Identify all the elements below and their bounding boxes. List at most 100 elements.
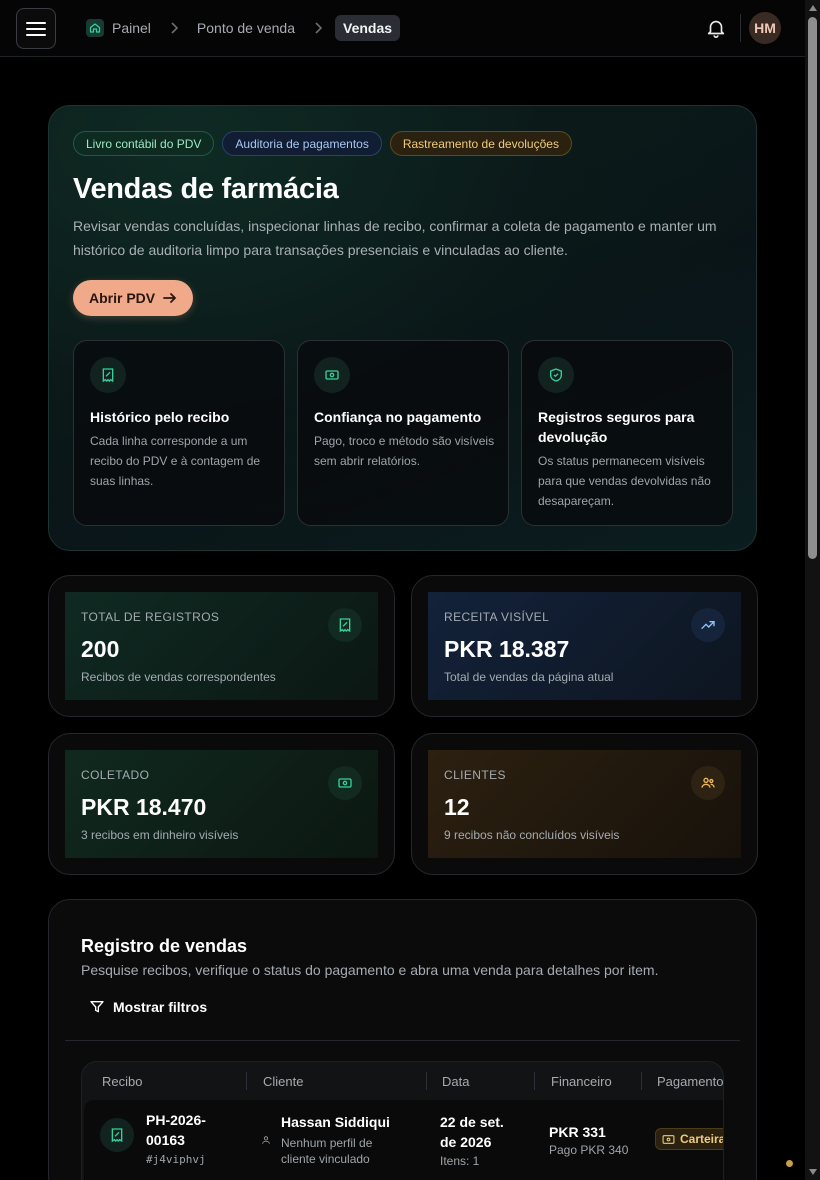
feature-title: Histórico pelo recibo (90, 409, 230, 425)
stat-subtext: Recibos de vendas correspondentes (81, 670, 276, 684)
breadcrumb-section-label: Ponto de venda (196, 20, 296, 36)
open-pos-label: Abrir PDV (89, 290, 156, 306)
stat-label: COLETADO (81, 768, 150, 782)
scroll-down-icon[interactable] (809, 1169, 817, 1175)
column-header-payment[interactable]: Pagamento (657, 1062, 723, 1100)
feature-text: Cada linha corresponde a um recibo do PD… (90, 434, 261, 488)
stat-card-body: COLETADO PKR 18.470 3 recibos em dinheir… (65, 750, 378, 858)
home-icon (86, 19, 104, 37)
breadcrumb-current: Vendas (335, 15, 401, 41)
chip-returns-tracking: Rastreamento de devoluções (389, 131, 572, 156)
payment-method-label: Carteira (680, 1132, 724, 1146)
filter-icon (90, 1001, 104, 1013)
column-header-customer[interactable]: Cliente (263, 1062, 303, 1100)
sale-date: 22 de set. de 2026 (440, 1112, 504, 1152)
register-title: Registro de vendas (81, 936, 248, 956)
show-filters-button[interactable]: Mostrar filtros (89, 999, 207, 1015)
feature-title: Registros seguros para devolução (538, 409, 695, 445)
feature-text: Os status permanecem visíveis para que v… (538, 454, 711, 508)
users-icon (691, 766, 725, 800)
customer-name: Hassan Siddiqui (281, 1114, 390, 1130)
stat-value: 12 (444, 794, 470, 820)
column-divider (246, 1072, 247, 1090)
stat-card-body: RECEITA VISÍVEL PKR 18.387 Total de vend… (428, 592, 741, 700)
scroll-up-icon[interactable] (809, 5, 817, 11)
arrow-right-icon (163, 293, 177, 303)
breadcrumb: Painel Ponto de venda Vendas (80, 15, 401, 41)
avatar[interactable]: HM (749, 12, 781, 44)
column-divider (534, 1072, 535, 1090)
column-header-date[interactable]: Data (442, 1062, 469, 1100)
column-header-receipt[interactable]: Recibo (102, 1062, 142, 1100)
column-divider (426, 1072, 427, 1090)
stat-label: CLIENTES (444, 768, 506, 782)
customer-note-line: Nenhum perfil de (281, 1136, 373, 1150)
bell-icon[interactable] (705, 17, 727, 39)
feature-card-payment-trust: Confiança no pagamento Pago, troco e mét… (297, 340, 509, 526)
hamburger-icon (26, 21, 46, 36)
item-count: Itens: 1 (440, 1154, 480, 1168)
menu-button[interactable] (16, 8, 56, 49)
chevron-right-icon (301, 22, 335, 34)
stat-subtext: 3 recibos em dinheiro visíveis (81, 828, 239, 842)
stat-label: RECEITA VISÍVEL (444, 610, 550, 624)
register-subtitle: Pesquise recibos, verifique o status do … (81, 962, 659, 978)
breadcrumb-home[interactable]: Painel (80, 15, 157, 41)
shield-check-icon (538, 357, 574, 393)
receipt-code: #j4viphvj (146, 1153, 206, 1166)
user-icon (262, 1136, 270, 1144)
page-title: Vendas de farmácia (73, 173, 339, 205)
hero-description: Revisar vendas concluídas, inspecionar l… (73, 218, 717, 258)
feature-title: Confiança no pagamento (314, 409, 482, 425)
stat-card-visible-revenue: RECEITA VISÍVEL PKR 18.387 Total de vend… (411, 575, 758, 717)
hero-panel: Livro contábil do PDV Auditoria de pagam… (48, 105, 757, 551)
sales-register: Registro de vendas Pesquise recibos, ver… (48, 899, 757, 1180)
receipt-number-line: PH-2026- (146, 1112, 206, 1128)
banknote-icon (328, 766, 362, 800)
chevron-right-icon (157, 22, 191, 34)
scrollbar-thumb[interactable] (808, 17, 817, 559)
stat-value: 200 (81, 636, 120, 662)
column-header-financial[interactable]: Financeiro (551, 1062, 612, 1100)
payment-method-badge: Carteira (655, 1128, 724, 1150)
stat-card-customers: CLIENTES 12 9 recibos não concluídos vis… (411, 733, 758, 875)
banknote-icon (314, 357, 350, 393)
feature-card-safe-returns: Registros seguros para devolução Os stat… (521, 340, 733, 526)
top-bar: Painel Ponto de venda Vendas HM (0, 0, 805, 57)
chip-payment-audit: Auditoria de pagamentos (222, 131, 382, 156)
breadcrumb-current-label: Vendas (343, 20, 393, 36)
show-filters-label: Mostrar filtros (113, 999, 208, 1015)
paid-amount: Pago PKR 340 (549, 1143, 629, 1157)
customer-note: Nenhum perfil de cliente vinculado (281, 1135, 372, 1167)
feature-cards: Histórico pelo recibo Cada linha corresp… (73, 340, 733, 526)
sale-date-line: de 2026 (440, 1134, 492, 1150)
scrollbar[interactable] (805, 0, 820, 1180)
stat-value: PKR 18.470 (81, 794, 207, 820)
table-row[interactable]: PH-2026- 00163 #j4viphvj Hassan Siddiqui… (84, 1100, 724, 1180)
feature-card-receipt-history: Histórico pelo recibo Cada linha corresp… (73, 340, 285, 526)
divider (65, 1040, 740, 1041)
hero-chips: Livro contábil do PDV Auditoria de pagam… (73, 131, 572, 156)
sale-amount: PKR 331 (549, 1124, 606, 1140)
stat-subtext: 9 recibos não concluídos visíveis (444, 828, 620, 842)
stat-card-body: CLIENTES 12 9 recibos não concluídos vis… (428, 750, 741, 858)
stat-label: TOTAL DE REGISTROS (81, 610, 220, 624)
receipt-number-line: 00163 (146, 1132, 185, 1148)
wallet-icon (662, 1134, 675, 1144)
sale-date-line: 22 de set. (440, 1114, 504, 1130)
column-divider (641, 1072, 642, 1090)
stat-card-body: TOTAL DE REGISTROS 200 Recibos de vendas… (65, 592, 378, 700)
status-dot (786, 1160, 793, 1167)
receipt-icon (100, 1118, 134, 1152)
stat-card-collected: COLETADO PKR 18.470 3 recibos em dinheir… (48, 733, 395, 875)
feature-text: Pago, troco e método são visíveis sem ab… (314, 434, 495, 468)
stat-subtext: Total de vendas da página atual (444, 670, 614, 684)
receipt-icon (328, 608, 362, 642)
customer-note-line: cliente vinculado (281, 1152, 370, 1166)
receipt-number[interactable]: PH-2026- 00163 (146, 1110, 206, 1150)
trending-up-icon (691, 608, 725, 642)
open-pos-button[interactable]: Abrir PDV (73, 280, 194, 316)
breadcrumb-section[interactable]: Ponto de venda (191, 16, 301, 40)
stat-card-total-records: TOTAL DE REGISTROS 200 Recibos de vendas… (48, 575, 395, 717)
divider (740, 14, 741, 42)
